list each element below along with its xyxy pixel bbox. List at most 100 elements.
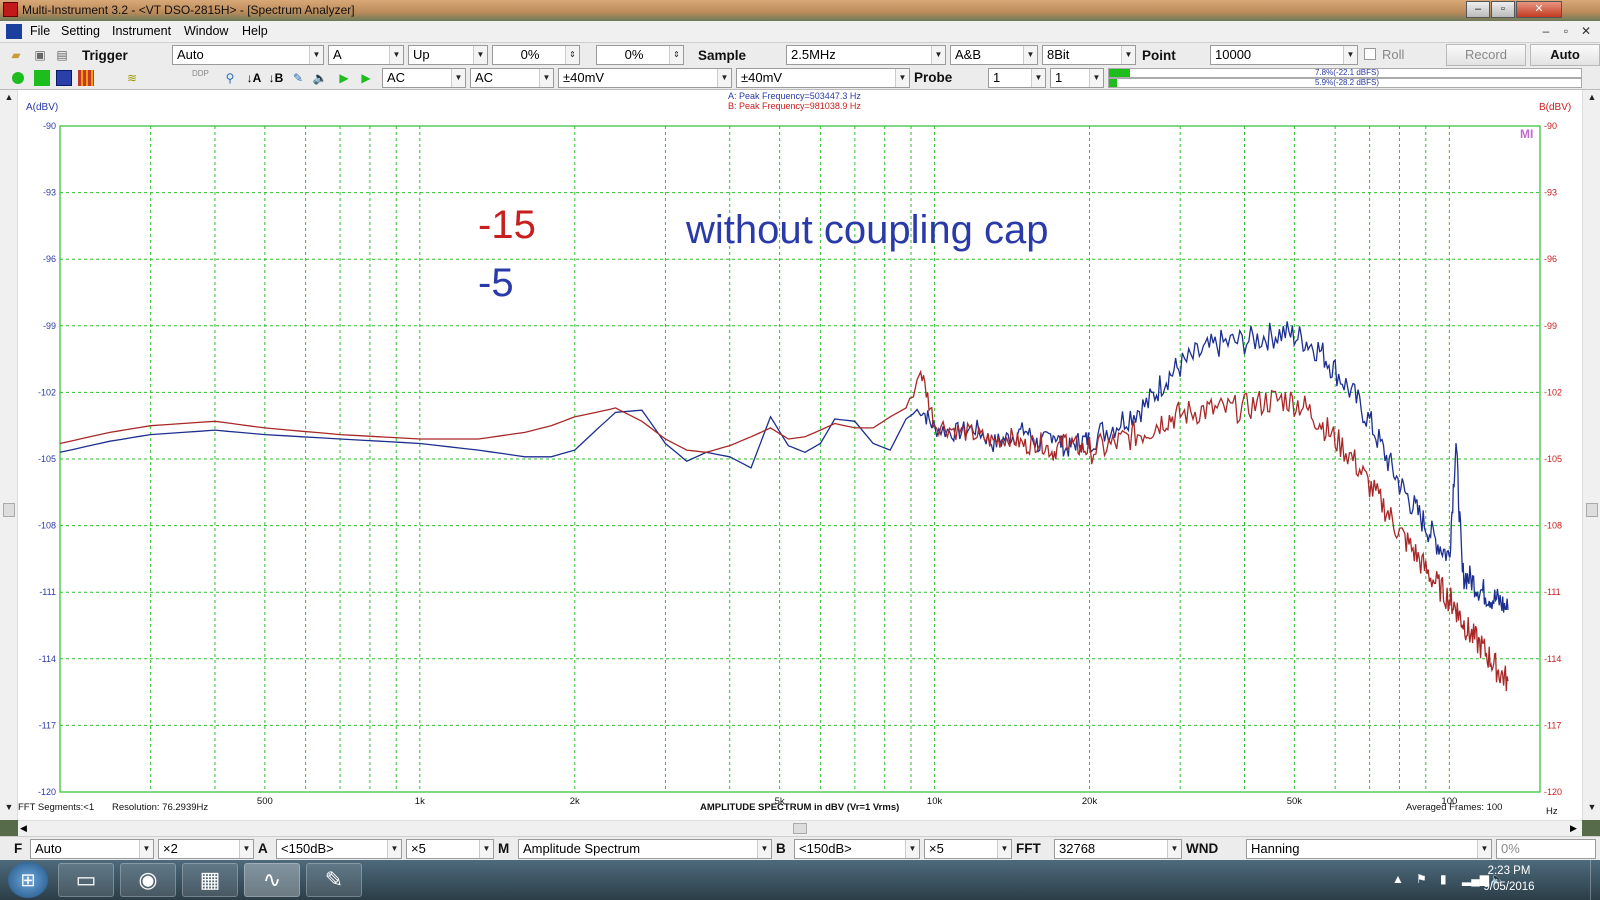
x-tick-label: 50k — [1287, 796, 1303, 807]
fft-label: FFT — [1016, 841, 1041, 856]
dropdown-arrow-icon: ▼ — [479, 840, 493, 858]
play-icon[interactable]: ▶ — [336, 70, 352, 86]
explorer-icon[interactable]: ▭ — [58, 863, 114, 897]
vertical-scrollbar-b[interactable]: ▲ ▼ — [1582, 90, 1600, 820]
photos-icon[interactable]: ▦ — [182, 863, 238, 897]
trigger-channel-select[interactable]: A ▼ — [328, 45, 404, 65]
scroll-up-icon[interactable]: ▲ — [1583, 92, 1600, 106]
dropdown-arrow-icon: ▼ — [1031, 69, 1045, 87]
trigger-edge-select[interactable]: Up ▼ — [408, 45, 488, 65]
paint-icon[interactable]: ✎ — [306, 863, 362, 897]
analyzer-settings-bar: F Auto ▼ ×2 ▼ A <150dB> ▼ ×5 ▼ M Amplitude S… — [0, 836, 1600, 860]
mdi-restore-button[interactable]: ▫ — [1557, 24, 1575, 40]
roll-checkbox[interactable] — [1364, 48, 1376, 60]
y-axis-label-b: B(dBV) — [1539, 102, 1571, 113]
auto-button[interactable]: Auto — [1530, 44, 1600, 66]
a-range-select[interactable]: <150dB> ▼ — [276, 839, 402, 859]
probe-a-select[interactable]: 1 ▼ — [988, 68, 1046, 88]
trigger-toolbar: ▰ ▣ ▤ Trigger Auto ▼ A ▼ Up ▼ 0% ⇕ 0% ⇕ Sampl… — [0, 43, 1600, 67]
level-meter-b: 5.9%(-28.2 dBFS) — [1108, 78, 1582, 88]
scroll-right-icon[interactable]: ▶ — [1570, 823, 1577, 834]
action-center-icon[interactable]: ⚑ — [1416, 872, 1427, 886]
scroll-thumb[interactable] — [1586, 503, 1598, 517]
document-icon[interactable] — [6, 24, 22, 39]
scroll-up-icon[interactable]: ▲ — [0, 92, 18, 106]
a-scale-select[interactable]: ×5 ▼ — [406, 839, 494, 859]
play-single-icon[interactable]: ▶ — [358, 70, 374, 86]
menu-setting[interactable]: Setting — [61, 24, 100, 38]
mode-select[interactable]: Amplitude Spectrum ▼ — [518, 839, 772, 859]
menu-instrument[interactable]: Instrument — [112, 24, 171, 38]
mdi-minimize-button[interactable]: – — [1537, 24, 1555, 40]
y-tick-label-a: -120 — [38, 787, 56, 797]
ddp-icon[interactable]: DDP — [192, 69, 209, 78]
pretrigger-spin[interactable]: 0% ⇕ — [596, 45, 684, 65]
generator-icon[interactable]: ≋ — [124, 70, 140, 86]
maximize-button[interactable]: ▫ — [1491, 1, 1515, 18]
y-tick-label-b: -111 — [1544, 587, 1561, 597]
range-b-select[interactable]: ±40mV ▼ — [736, 68, 910, 88]
horizontal-scrollbar[interactable]: ◀ ▶ — [18, 820, 1582, 836]
range-a-select[interactable]: ±40mV ▼ — [558, 68, 732, 88]
clock-time[interactable]: 2:23 PM — [1474, 865, 1544, 877]
run-icon[interactable] — [12, 72, 24, 84]
marker-icon[interactable]: ✎ — [290, 70, 306, 86]
scroll-down-icon[interactable]: ▼ — [0, 802, 18, 816]
minimize-button[interactable]: – — [1466, 1, 1490, 18]
dropdown-arrow-icon: ▼ — [387, 840, 401, 858]
b-scale-select[interactable]: ×5 ▼ — [924, 839, 1012, 859]
y-tick-label-b: -99 — [1544, 321, 1557, 331]
chrome-icon[interactable]: ◉ — [120, 863, 176, 897]
averaged-frames-text: Averaged Frames: 100 — [1406, 802, 1502, 813]
print-icon[interactable]: ▤ — [54, 47, 70, 63]
y-tick-label-b: -117 — [1544, 720, 1561, 730]
dropdown-arrow-icon: ▼ — [473, 46, 487, 64]
sample-rate-select[interactable]: 2.5MHz ▼ — [786, 45, 946, 65]
speaker-icon[interactable]: 🔈 — [312, 70, 328, 86]
points-select[interactable]: 10000 ▼ — [1210, 45, 1358, 65]
show-desktop-button[interactable] — [1590, 860, 1600, 900]
multi-instrument-icon[interactable]: ∿ — [244, 863, 300, 897]
cursor-a-icon[interactable]: ↓A — [246, 70, 262, 86]
channels-select[interactable]: A&B ▼ — [950, 45, 1038, 65]
oscilloscope-icon[interactable] — [56, 70, 72, 86]
y-axis-label-a: A(dBV) — [26, 102, 58, 113]
scroll-thumb[interactable] — [3, 503, 15, 517]
cursor-b-icon[interactable]: ↓B — [268, 70, 284, 86]
vertical-scrollbar-a[interactable]: ▲ ▼ — [0, 90, 18, 820]
menu-window[interactable]: Window — [184, 24, 228, 38]
bits-select[interactable]: 8Bit ▼ — [1042, 45, 1136, 65]
trigger-level-spin[interactable]: 0% ⇕ — [492, 45, 580, 65]
overlap-field[interactable]: 0% — [1496, 839, 1596, 859]
dropdown-arrow-icon: ▼ — [539, 69, 553, 87]
x-tick-label: 20k — [1082, 796, 1098, 807]
show-hidden-icons-icon[interactable]: ▲ — [1392, 872, 1404, 886]
open-icon[interactable]: ▰ — [8, 47, 24, 63]
scroll-thumb[interactable] — [793, 823, 807, 834]
stop-icon[interactable] — [34, 70, 50, 86]
clock-date[interactable]: 9/05/2016 — [1474, 881, 1544, 893]
coupling-b-select[interactable]: AC ▼ — [470, 68, 554, 88]
battery-icon[interactable]: ▮ — [1440, 872, 1447, 886]
save-icon[interactable]: ▣ — [32, 47, 48, 63]
zoom-select[interactable]: ×2 ▼ — [158, 839, 254, 859]
probe-icon[interactable]: ⚲ — [222, 70, 238, 86]
probe-b-select[interactable]: 1 ▼ — [1050, 68, 1104, 88]
trigger-mode-select[interactable]: Auto ▼ — [172, 45, 324, 65]
scroll-down-icon[interactable]: ▼ — [1583, 802, 1600, 816]
menu-help[interactable]: Help — [242, 24, 268, 38]
coupling-a-select[interactable]: AC ▼ — [382, 68, 466, 88]
analyzer-icon[interactable] — [78, 70, 94, 86]
fft-size-select[interactable]: 32768 ▼ — [1054, 839, 1182, 859]
menu-file[interactable]: File — [30, 24, 50, 38]
b-range-select[interactable]: <150dB> ▼ — [794, 839, 920, 859]
scroll-left-icon[interactable]: ◀ — [20, 823, 27, 834]
record-button[interactable]: Record — [1446, 44, 1526, 66]
mdi-close-button[interactable]: ✕ — [1577, 24, 1595, 40]
window-function-select[interactable]: Hanning ▼ — [1246, 839, 1492, 859]
windows-start-icon[interactable]: ⊞ — [8, 862, 48, 898]
frequency-mode-select[interactable]: Auto ▼ — [30, 839, 154, 859]
app-icon[interactable] — [3, 2, 18, 17]
spectrum-plot-panel: -90 -93 -96 -99 -102 -105 -108 -111 -114 -117 -120… — [0, 90, 1600, 820]
close-button[interactable]: ✕ — [1516, 1, 1562, 18]
